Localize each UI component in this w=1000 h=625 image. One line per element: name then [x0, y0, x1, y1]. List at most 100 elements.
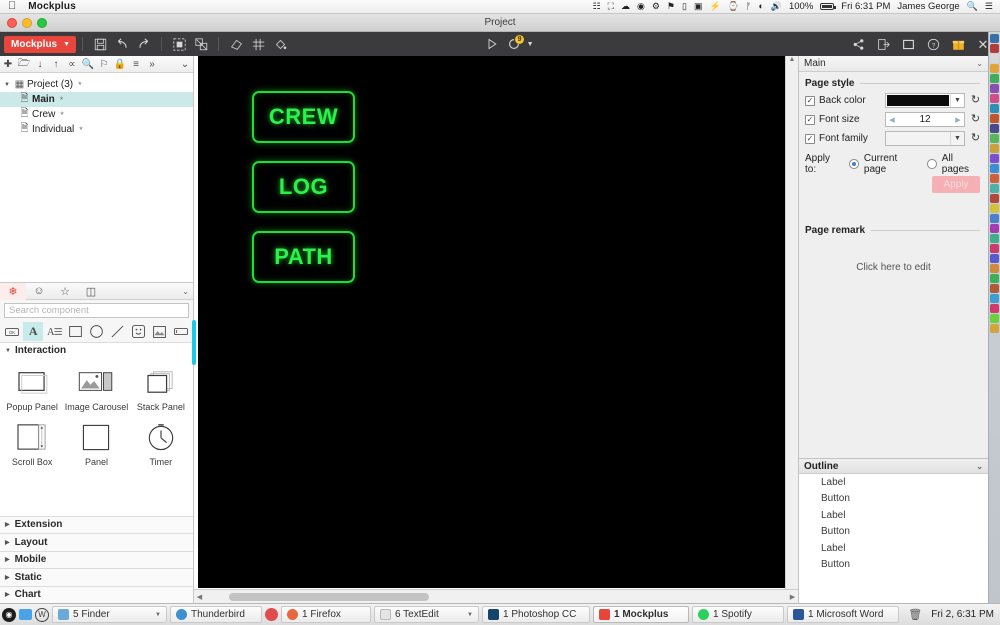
font-family-select[interactable]: ▼: [885, 131, 965, 146]
dock-app-icon[interactable]: [990, 154, 999, 163]
stepper-decrement-icon[interactable]: ◀: [886, 116, 898, 124]
dock-app-icon[interactable]: [990, 74, 999, 83]
dock-app-icon[interactable]: [990, 34, 999, 43]
lock-icon[interactable]: 🔒: [112, 56, 128, 72]
collapse-icon[interactable]: ⌄: [182, 287, 189, 296]
outline-item[interactable]: Label: [799, 540, 988, 557]
more-icon[interactable]: »: [144, 56, 160, 72]
desktop-dock-strip[interactable]: [988, 32, 1000, 603]
dock-app-icon[interactable]: [990, 284, 999, 293]
outline-item[interactable]: Label: [799, 507, 988, 524]
reset-icon[interactable]: ↻: [969, 133, 982, 144]
taskbar-item-textedit[interactable]: 6 TextEdit ▼: [374, 606, 479, 623]
dock-app-icon[interactable]: [990, 274, 999, 283]
opera-icon[interactable]: [265, 608, 278, 621]
bluetooth-icon[interactable]: ᚠ: [746, 2, 751, 11]
screenshot-icon[interactable]: ⛶: [608, 2, 614, 11]
taskbar-item-photoshop[interactable]: 1 Photoshop CC: [482, 606, 590, 623]
dock-app-icon[interactable]: [990, 264, 999, 273]
cloud-icon[interactable]: ☁: [621, 2, 630, 11]
dock-app-icon[interactable]: [990, 44, 999, 53]
paragraph-icon[interactable]: A: [44, 322, 64, 341]
flag-icon[interactable]: ⚐: [96, 56, 112, 72]
taskbar-item-thunderbird[interactable]: Thunderbird: [170, 606, 262, 623]
apple-icon[interactable]: : [8, 1, 16, 12]
component-timer[interactable]: Timer: [129, 416, 193, 471]
component-stack-panel[interactable]: Stack Panel: [129, 361, 193, 416]
taskbar-item-firefox[interactable]: 1 Firefox: [281, 606, 371, 623]
taskbar-item-mockplus[interactable]: 1 Mockplus: [593, 606, 689, 623]
chevron-down-icon[interactable]: ▼: [950, 94, 964, 107]
sync-icon[interactable]: 9: [503, 33, 525, 55]
collapse-icon[interactable]: ⌄: [177, 56, 193, 72]
tab-components[interactable]: ❄: [0, 282, 26, 300]
eraser-icon[interactable]: [225, 33, 247, 55]
hscroll-thumb[interactable]: [229, 592, 429, 601]
page-remark-editor[interactable]: Click here to edit: [799, 238, 988, 273]
emoji-icon[interactable]: [129, 322, 149, 341]
group-icon[interactable]: [168, 33, 190, 55]
canvas-button-log[interactable]: LOG: [252, 161, 355, 213]
record-icon[interactable]: ◉: [637, 2, 645, 11]
tree-item-project[interactable]: ▼ ▦ Project (3) *: [0, 77, 193, 92]
dock-app-icon[interactable]: [990, 134, 999, 143]
link-icon[interactable]: ∝: [64, 56, 80, 72]
outline-item[interactable]: Button: [799, 524, 988, 541]
dock-app-icon[interactable]: [990, 234, 999, 243]
dock-app-icon[interactable]: [990, 144, 999, 153]
reset-icon[interactable]: ↻: [969, 95, 982, 106]
dock-app-icon[interactable]: [990, 314, 999, 323]
settings-gear-icon[interactable]: ⚙: [652, 2, 660, 11]
chevron-down-icon[interactable]: ▼: [155, 612, 161, 618]
tab-favorites[interactable]: ☆: [52, 283, 78, 300]
button-icon[interactable]: OK: [2, 322, 22, 341]
input-icon[interactable]: [171, 322, 191, 341]
font-family-checkbox[interactable]: ✓: [805, 133, 815, 144]
category-layout[interactable]: ▶ Layout: [0, 533, 193, 551]
dock-app-icon[interactable]: [990, 114, 999, 123]
move-down-icon[interactable]: ↓: [32, 56, 48, 72]
dock-app-icon[interactable]: [990, 174, 999, 183]
outline-item[interactable]: Button: [799, 491, 988, 508]
dock-app-icon[interactable]: [990, 54, 999, 63]
chevron-down-icon[interactable]: ▼: [4, 82, 13, 88]
finder-blue-icon[interactable]: [19, 609, 32, 620]
dock-app-icon[interactable]: [990, 254, 999, 263]
dock-app-icon[interactable]: [990, 204, 999, 213]
play-icon[interactable]: [481, 33, 503, 55]
rectangle-icon[interactable]: [65, 322, 85, 341]
wifi-icon[interactable]: ◐: [758, 2, 763, 11]
category-static[interactable]: ▶ Static: [0, 568, 193, 586]
system-icon[interactable]: ◉: [2, 607, 16, 622]
dock-app-icon[interactable]: [990, 244, 999, 253]
volume-icon[interactable]: 🔊: [771, 2, 782, 11]
ungroup-icon[interactable]: [190, 33, 212, 55]
dock-app-icon[interactable]: [990, 324, 999, 333]
flag-icon[interactable]: ⚑: [667, 2, 675, 11]
menu-app-name[interactable]: Mockplus: [28, 1, 76, 12]
minimize-window-button[interactable]: [22, 18, 32, 28]
image-icon[interactable]: [150, 322, 170, 341]
search-component-input[interactable]: [4, 303, 189, 318]
font-size-stepper[interactable]: ◀ 12 ▶: [885, 112, 965, 127]
fullscreen-icon[interactable]: [897, 33, 919, 55]
outline-item[interactable]: Label: [799, 474, 988, 491]
font-size-checkbox[interactable]: ✓: [805, 114, 815, 125]
move-up-icon[interactable]: ↑: [48, 56, 64, 72]
dock-app-icon[interactable]: [990, 294, 999, 303]
trash-icon[interactable]: 🗑: [908, 608, 922, 621]
canvas-button-crew[interactable]: CREW: [252, 91, 355, 143]
sync-dropdown-icon[interactable]: ▼: [525, 33, 535, 55]
dock-app-icon[interactable]: [990, 184, 999, 193]
user-name-label[interactable]: James George: [897, 1, 959, 12]
section-interaction[interactable]: ▼ Interaction: [0, 343, 193, 358]
share-icon[interactable]: [847, 33, 869, 55]
search-icon[interactable]: 🔍: [80, 56, 96, 72]
dock-app-icon[interactable]: [990, 124, 999, 133]
collapse-icon[interactable]: ⌄: [976, 462, 983, 471]
dock-app-icon[interactable]: [990, 84, 999, 93]
outline-item[interactable]: Button: [799, 557, 988, 574]
display-icon[interactable]: ▣: [694, 2, 703, 11]
bolt-icon[interactable]: ⚡: [709, 2, 720, 11]
save-icon[interactable]: [89, 33, 111, 55]
